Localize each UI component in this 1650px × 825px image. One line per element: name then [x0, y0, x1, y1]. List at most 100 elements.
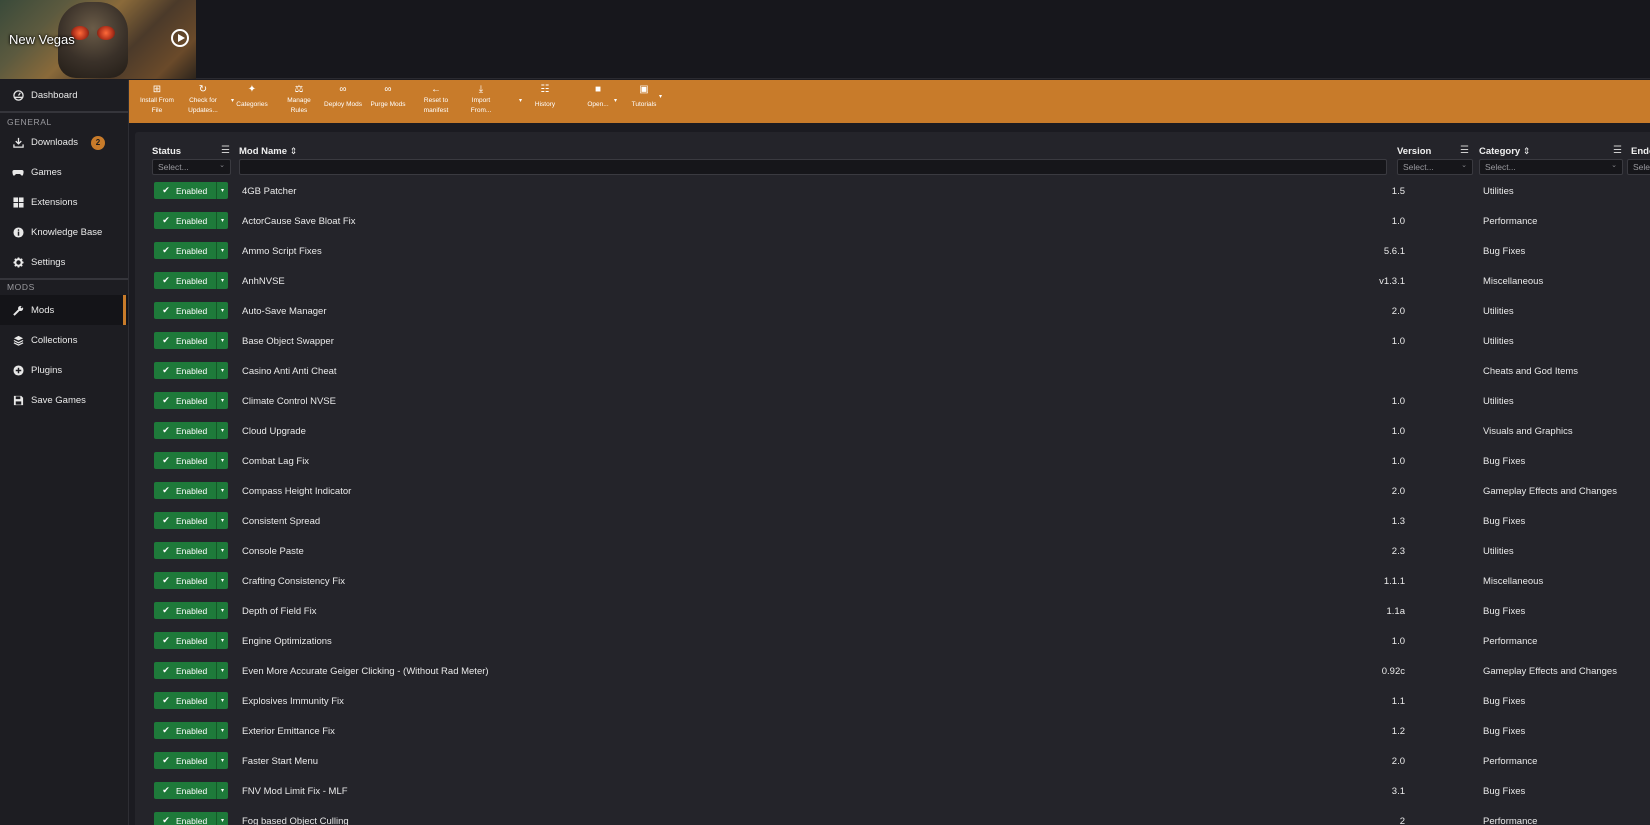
status-dropdown-icon[interactable]: ▾: [216, 602, 228, 619]
column-header-endorsed[interactable]: Endo: [1631, 146, 1650, 157]
status-dropdown-icon[interactable]: ▾: [216, 782, 228, 799]
table-row[interactable]: ✔ Enabled ▾ Exterior Emittance Fix 1.2 Bug Fi…: [135, 718, 1650, 748]
status-toggle-button[interactable]: ✔ Enabled ▾: [154, 602, 228, 619]
import-from-button[interactable]: ⤓ Import From...: [467, 84, 495, 116]
status-toggle-button[interactable]: ✔ Enabled ▾: [154, 332, 228, 349]
status-toggle-button[interactable]: ✔ Enabled ▾: [154, 242, 228, 259]
table-row[interactable]: ✔ Enabled ▾ ActorCause Save Bloat Fix 1.0 Per…: [135, 208, 1650, 238]
status-dropdown-icon[interactable]: ▾: [216, 362, 228, 379]
status-toggle-button[interactable]: ✔ Enabled ▾: [154, 752, 228, 769]
status-toggle-button[interactable]: ✔ Enabled ▾: [154, 452, 228, 469]
open-button[interactable]: ■ Open...: [585, 84, 611, 110]
table-row[interactable]: ✔ Enabled ▾ Combat Lag Fix 1.0 Bug Fixes: [135, 448, 1650, 478]
status-toggle-button[interactable]: ✔ Enabled ▾: [154, 422, 228, 439]
status-dropdown-icon[interactable]: ▾: [216, 392, 228, 409]
table-row[interactable]: ✔ Enabled ▾ Explosives Immunity Fix 1.1 Bug F…: [135, 688, 1650, 718]
deploy-mods-button[interactable]: ∞ Deploy Mods: [323, 84, 363, 110]
sidebar-item-knowledge-base[interactable]: Knowledge Base: [0, 217, 128, 247]
table-row[interactable]: ✔ Enabled ▾ Console Paste 2.3 Utilities: [135, 538, 1650, 568]
table-row[interactable]: ✔ Enabled ▾ Engine Optimizations 1.0 Performa…: [135, 628, 1650, 658]
table-row[interactable]: ✔ Enabled ▾ 4GB Patcher 1.5 Utilities: [135, 178, 1650, 208]
import-from-dropdown-icon[interactable]: ▾: [519, 97, 522, 104]
table-row[interactable]: ✔ Enabled ▾ Crafting Consistency Fix 1.1.1 Mi…: [135, 568, 1650, 598]
status-dropdown-icon[interactable]: ▾: [216, 182, 228, 199]
categories-button[interactable]: ✦ Categories: [235, 84, 269, 110]
check-for-updates-button[interactable]: ↻ Check for Updates...: [185, 84, 221, 116]
column-header-mod-name[interactable]: Mod Name ⇕: [239, 146, 297, 157]
table-row[interactable]: ✔ Enabled ▾ Climate Control NVSE 1.0 Utilitie…: [135, 388, 1650, 418]
status-dropdown-icon[interactable]: ▾: [216, 212, 228, 229]
status-toggle-button[interactable]: ✔ Enabled ▾: [154, 212, 228, 229]
table-row[interactable]: ✔ Enabled ▾ Base Object Swapper 1.0 Utilities: [135, 328, 1650, 358]
status-dropdown-icon[interactable]: ▾: [216, 542, 228, 559]
status-dropdown-icon[interactable]: ▾: [216, 452, 228, 469]
status-dropdown-icon[interactable]: ▾: [216, 512, 228, 529]
table-row[interactable]: ✔ Enabled ▾ Depth of Field Fix 1.1a Bug Fixes: [135, 598, 1650, 628]
sidebar-item-games[interactable]: Games: [0, 157, 128, 187]
status-toggle-button[interactable]: ✔ Enabled ▾: [154, 392, 228, 409]
purge-mods-button[interactable]: ∞ Purge Mods: [369, 84, 407, 110]
table-row[interactable]: ✔ Enabled ▾ Casino Anti Anti Cheat Cheats an…: [135, 358, 1650, 388]
table-row[interactable]: ✔ Enabled ▾ AnhNVSE v1.3.1 Miscellaneous: [135, 268, 1650, 298]
status-toggle-button[interactable]: ✔ Enabled ▾: [154, 512, 228, 529]
status-dropdown-icon[interactable]: ▾: [216, 752, 228, 769]
install-from-file-button[interactable]: ⊞ Install From File: [139, 84, 175, 116]
sidebar-item-plugins[interactable]: Plugins: [0, 355, 128, 385]
sidebar-item-save-games[interactable]: Save Games: [0, 385, 128, 415]
status-toggle-button[interactable]: ✔ Enabled ▾: [154, 782, 228, 799]
sidebar-item-extensions[interactable]: Extensions: [0, 187, 128, 217]
table-row[interactable]: ✔ Enabled ▾ Faster Start Menu 2.0 Performance: [135, 748, 1650, 778]
sidebar-item-downloads[interactable]: Downloads 2: [0, 128, 128, 157]
sidebar-item-collections[interactable]: Collections: [0, 325, 128, 355]
open-dropdown-icon[interactable]: ▾: [614, 97, 617, 104]
status-toggle-button[interactable]: ✔ Enabled ▾: [154, 182, 228, 199]
status-filter-select[interactable]: Select... ⌄: [152, 159, 231, 175]
status-dropdown-icon[interactable]: ▾: [216, 272, 228, 289]
sidebar-item-mods[interactable]: Mods: [0, 295, 128, 325]
status-toggle-button[interactable]: ✔ Enabled ▾: [154, 362, 228, 379]
column-options-icon[interactable]: ☰: [221, 146, 232, 156]
status-dropdown-icon[interactable]: ▾: [216, 722, 228, 739]
table-row[interactable]: ✔ Enabled ▾ Compass Height Indicator 2.0 Game…: [135, 478, 1650, 508]
manage-rules-button[interactable]: ⚖ Manage Rules: [283, 84, 315, 116]
version-filter-select[interactable]: Select... ⌄: [1397, 159, 1473, 175]
column-header-status[interactable]: Status: [152, 146, 181, 157]
sidebar-item-settings[interactable]: Settings: [0, 247, 128, 278]
status-toggle-button[interactable]: ✔ Enabled ▾: [154, 722, 228, 739]
column-options-icon[interactable]: ☰: [1460, 146, 1471, 156]
status-toggle-button[interactable]: ✔ Enabled ▾: [154, 572, 228, 589]
reset-to-manifest-button[interactable]: ← Reset to manifest: [419, 84, 453, 116]
status-toggle-button[interactable]: ✔ Enabled ▾: [154, 692, 228, 709]
status-dropdown-icon[interactable]: ▾: [216, 632, 228, 649]
mod-name-filter-input[interactable]: [239, 159, 1387, 175]
check-for-updates-dropdown-icon[interactable]: ▾: [231, 97, 234, 104]
category-filter-select[interactable]: Select... ⌄: [1479, 159, 1623, 175]
endorsed-filter-select[interactable]: Sele: [1627, 159, 1650, 175]
column-header-version[interactable]: Version: [1397, 146, 1431, 157]
status-dropdown-icon[interactable]: ▾: [216, 692, 228, 709]
column-options-icon[interactable]: ☰: [1613, 146, 1624, 156]
status-dropdown-icon[interactable]: ▾: [216, 812, 228, 825]
status-dropdown-icon[interactable]: ▾: [216, 302, 228, 319]
status-toggle-button[interactable]: ✔ Enabled ▾: [154, 662, 228, 679]
play-icon[interactable]: [171, 29, 189, 47]
column-header-category[interactable]: Category ⇕: [1479, 146, 1530, 157]
status-toggle-button[interactable]: ✔ Enabled ▾: [154, 302, 228, 319]
game-thumbnail[interactable]: New Vegas: [0, 0, 196, 79]
sidebar-item-dashboard[interactable]: Dashboard: [0, 80, 128, 111]
status-dropdown-icon[interactable]: ▾: [216, 242, 228, 259]
status-toggle-button[interactable]: ✔ Enabled ▾: [154, 542, 228, 559]
table-row[interactable]: ✔ Enabled ▾ Even More Accurate Geiger Click…: [135, 658, 1650, 688]
tutorials-dropdown-icon[interactable]: ▾: [659, 93, 662, 100]
status-dropdown-icon[interactable]: ▾: [216, 572, 228, 589]
status-toggle-button[interactable]: ✔ Enabled ▾: [154, 482, 228, 499]
table-row[interactable]: ✔ Enabled ▾ FNV Mod Limit Fix - MLF 3.1 Bug F…: [135, 778, 1650, 808]
status-toggle-button[interactable]: ✔ Enabled ▾: [154, 632, 228, 649]
status-toggle-button[interactable]: ✔ Enabled ▾: [154, 272, 228, 289]
table-row[interactable]: ✔ Enabled ▾ Ammo Script Fixes 5.6.1 Bug Fixes: [135, 238, 1650, 268]
tutorials-button[interactable]: ▣ Tutorials: [629, 84, 659, 110]
status-toggle-button[interactable]: ✔ Enabled ▾: [154, 812, 228, 825]
status-dropdown-icon[interactable]: ▾: [216, 482, 228, 499]
table-row[interactable]: ✔ Enabled ▾ Auto-Save Manager 2.0 Utilities: [135, 298, 1650, 328]
status-dropdown-icon[interactable]: ▾: [216, 662, 228, 679]
